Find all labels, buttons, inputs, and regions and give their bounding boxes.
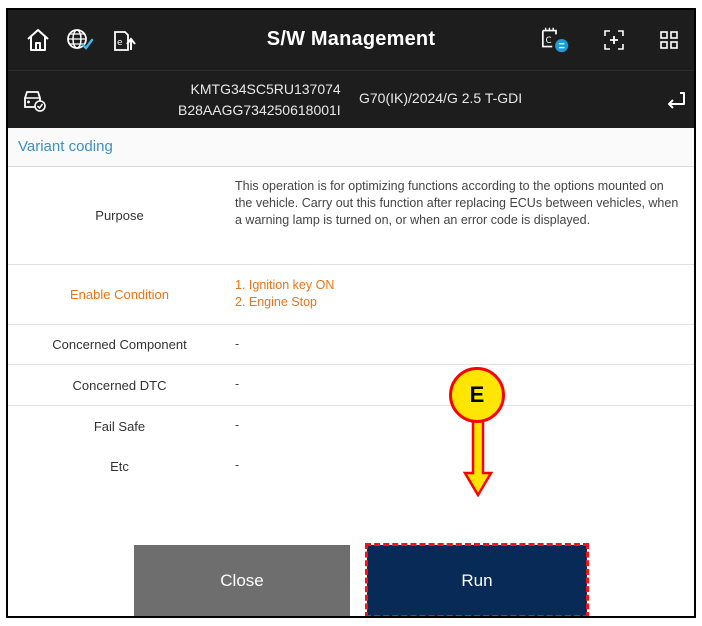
run-button[interactable]: Run bbox=[367, 545, 587, 616]
vin-text: KMTG34SC5RU137074 bbox=[190, 81, 341, 97]
info-row-etc: Etc - bbox=[8, 446, 694, 486]
row-label: Enable Condition bbox=[69, 287, 170, 302]
info-row-enable-condition: Enable Condition 1. Ignition key ON 2. E… bbox=[8, 265, 694, 325]
row-value: 1. Ignition key ON 2. Engine Stop bbox=[231, 265, 694, 324]
grid-menu-icon[interactable] bbox=[653, 24, 685, 56]
condition-line: 2. Engine Stop bbox=[235, 295, 318, 309]
row-label: Concerned DTC bbox=[72, 377, 167, 393]
vehicle-model: G70(IK)/2024/G 2.5 T-GDI bbox=[359, 90, 523, 106]
vehicle-info-bar: KMTG34SC5RU137074 B28AAGG734250618001I G… bbox=[8, 70, 694, 129]
row-label: Fail Safe bbox=[93, 418, 146, 434]
info-row-purpose: Purpose This operation is for optimizing… bbox=[8, 167, 694, 265]
main-content: Variant coding Purpose This operation is… bbox=[8, 128, 694, 616]
close-button[interactable]: Close bbox=[134, 545, 350, 616]
row-label: Purpose bbox=[95, 208, 144, 223]
row-label: Etc bbox=[110, 458, 129, 474]
row-value: - bbox=[235, 337, 240, 351]
back-icon[interactable] bbox=[660, 84, 692, 116]
row-value: This operation is for optimizing functio… bbox=[235, 179, 679, 227]
ecu-status-icon[interactable]: C bbox=[540, 24, 572, 56]
section-title: Variant coding bbox=[8, 128, 694, 167]
info-row-fail-safe: Fail Safe - bbox=[8, 406, 694, 446]
callout-e: E bbox=[449, 367, 505, 423]
svg-text:C: C bbox=[546, 35, 552, 45]
info-row-concerned-dtc: Concerned DTC - bbox=[8, 365, 694, 406]
vehicle-identifiers: KMTG34SC5RU137074 B28AAGG734250618001I bbox=[178, 79, 341, 121]
ecu-code-text: B28AAGG734250618001I bbox=[178, 102, 341, 118]
vehicle-check-icon bbox=[18, 84, 50, 116]
callout-arrow bbox=[463, 421, 493, 497]
condition-line: 1. Ignition key ON bbox=[235, 278, 335, 292]
info-row-concerned-component: Concerned Component - bbox=[8, 325, 694, 365]
capture-icon[interactable] bbox=[598, 24, 630, 56]
top-bar: e S/W Management C bbox=[8, 10, 694, 70]
app-frame: e S/W Management C KMTG34SC5RU137074 B28… bbox=[6, 8, 696, 618]
row-label: Concerned Component bbox=[52, 337, 187, 352]
page-title: S/W Management bbox=[266, 28, 436, 50]
